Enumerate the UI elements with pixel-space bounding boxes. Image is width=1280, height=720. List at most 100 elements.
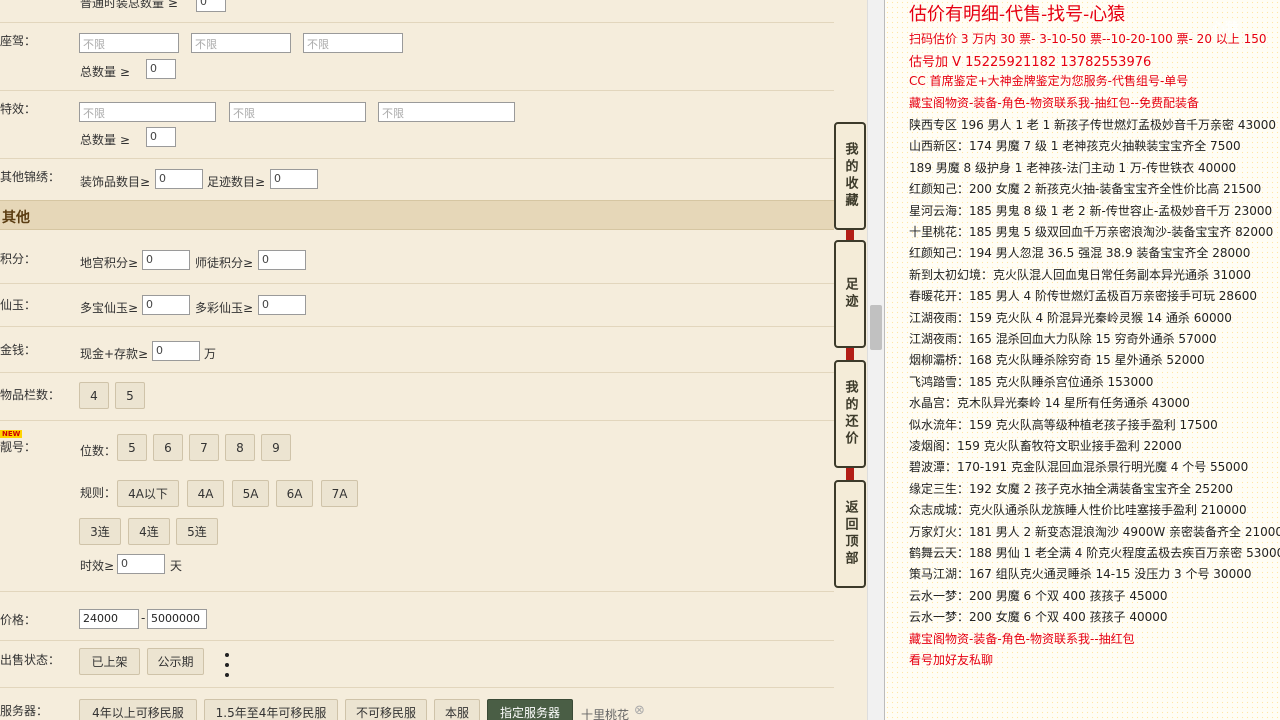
doc-line: 新到太初幻境：克火队混人回血鬼日常任务副本异光通杀 31000 [909, 268, 1251, 282]
doc-line: 缘定三生：192 女魔 2 孩子克水抽全满装备宝宝齐全 25200 [909, 482, 1233, 496]
effect-total-input[interactable]: 0 [146, 127, 176, 147]
effect-input-1[interactable]: 不限 [79, 102, 216, 122]
digits-option-8[interactable]: 8 [225, 434, 255, 461]
server-option-no-migrate[interactable]: 不可移民服 [345, 699, 427, 720]
new-badge: NEW [0, 430, 23, 438]
sequence-option-3[interactable]: 3连 [79, 518, 121, 545]
sequence-option-4[interactable]: 4连 [128, 518, 170, 545]
cash-unit: 万 [204, 347, 217, 361]
more-options-icon[interactable] [222, 653, 232, 677]
dungeon-points-label: 地宫积分≥ [80, 256, 139, 270]
doc-line: 估号加 V 15225921182 13782553976 [909, 55, 1152, 70]
sequence-option-5[interactable]: 5连 [176, 518, 218, 545]
server-option-4y-plus[interactable]: 4年以上可移民服 [79, 699, 197, 720]
document-panel: 心猿 估价有明细-代售-找号-心猿 扫码估价 3 万内 30 票- 3-10-50… [884, 0, 1280, 720]
doc-line: 策马江湖：167 组队克火通灵睡杀 14-15 没压力 3 个号 30000 [909, 567, 1252, 581]
sale-status-label: 出售状态： [0, 653, 61, 667]
doc-line: 江湖夜雨：165 混杀回血大力队除 15 穷奇外通杀 57000 [909, 332, 1217, 346]
doc-line: 似水流年：159 克火队高等级种植老孩子接手盈利 17500 [909, 418, 1218, 432]
rule-option-6a[interactable]: 6A [276, 480, 313, 507]
doc-line: 凌烟阁：159 克火队畜牧符文职业接手盈利 22000 [909, 439, 1182, 453]
other-embroidery-label: 其他锦绣： [0, 170, 61, 184]
doc-line: 众志成城：克火队通杀队龙族睡人性价比哇塞接手盈利 210000 [909, 503, 1247, 517]
color-jade-input[interactable]: 0 [258, 295, 306, 315]
rule-option-5a[interactable]: 5A [232, 480, 269, 507]
price-separator: - [141, 611, 146, 625]
mount-input-1[interactable]: 不限 [79, 33, 179, 53]
digits-option-9[interactable]: 9 [261, 434, 291, 461]
doc-line: 山西新区：174 男魔 7 级 1 老神孩克火抽鞅装宝宝齐全 7500 [909, 139, 1241, 153]
doc-line: 藏宝阁物资-装备-角色-物资联系我-抽红包--免费配装备 [909, 96, 1199, 110]
doc-line: 扫码估价 3 万内 30 票- 3-10-50 票--10-20-100 票- … [909, 32, 1267, 46]
inventory-label: 物品栏数： [0, 388, 61, 402]
dungeon-points-input[interactable]: 0 [142, 250, 190, 270]
doc-line: 藏宝阁物资-装备-角色-物资联系我--抽红包 [909, 632, 1135, 646]
mentor-points-input[interactable]: 0 [258, 250, 306, 270]
mount-total-input[interactable]: 0 [146, 59, 176, 79]
digits-option-7[interactable]: 7 [189, 434, 219, 461]
fashion-total-input[interactable]: 0 [196, 0, 226, 12]
rule-option-7a[interactable]: 7A [321, 480, 358, 507]
inventory-option-4[interactable]: 4 [79, 382, 109, 409]
side-tab-footprints[interactable]: 足迹 [834, 240, 866, 348]
doc-line: CC 首席鉴定+大神金牌鉴定为您服务-代售组号-单号 [909, 74, 1189, 88]
decor-count-label: 装饰品数目≥ [80, 175, 151, 189]
section-other-header: 其他 [0, 200, 834, 230]
price-min-input[interactable]: 24000 [79, 609, 139, 629]
server-option-1-5-to-4y[interactable]: 1.5年至4年可移民服 [204, 699, 338, 720]
price-label: 价格： [0, 613, 37, 627]
duration-label: 时效≥ [80, 559, 115, 573]
side-tab-favorites[interactable]: 我的收藏 [834, 122, 866, 230]
duration-input[interactable]: 0 [117, 554, 165, 574]
footprint-count-input[interactable]: 0 [270, 169, 318, 189]
account-number-label: 靓号： [0, 440, 37, 454]
doc-line: 看号加好友私聊 [909, 653, 994, 667]
effect-input-2[interactable]: 不限 [229, 102, 366, 122]
mount-input-2[interactable]: 不限 [191, 33, 291, 53]
doc-line: 江湖夜雨：159 克火队 4 阶混异光秦岭灵猴 14 通杀 60000 [909, 311, 1232, 325]
page-scrollbar[interactable] [867, 0, 884, 720]
doc-line: 红颜知己：200 女魔 2 新孩克火抽-装备宝宝齐全性价比高 21500 [909, 182, 1262, 196]
digits-option-5[interactable]: 5 [117, 434, 147, 461]
effect-label: 特效： [0, 102, 37, 116]
doc-line: 云水一梦：200 女魔 6 个双 400 孩孩子 40000 [909, 610, 1168, 624]
effect-total-label: 总数量 ≥ [80, 133, 130, 147]
search-form-panel: 普通时装总数量 ≥ 0 座驾： 不限 不限 不限 总数量 ≥ 0 特效： 不限 … [0, 0, 867, 720]
doc-line: 估价有明细-代售-找号-心猿 [909, 4, 1126, 25]
inventory-option-5[interactable]: 5 [115, 382, 145, 409]
remove-tag-icon[interactable]: ⊗ [634, 703, 645, 718]
selected-server-tag: 十里桃花 [581, 708, 630, 720]
status-public-button[interactable]: 公示期 [147, 648, 204, 675]
doc-line: 星河云海：185 男鬼 8 级 1 老 2 新-传世容止-孟极妙音千万 2300… [909, 204, 1273, 218]
digits-option-6[interactable]: 6 [153, 434, 183, 461]
doc-line: 189 男魔 8 级护身 1 老神孩-法门主动 1 万-传世铁衣 40000 [909, 161, 1237, 175]
doc-line: 万家灯火：181 男人 2 新变态混浪淘沙 4900W 亲密装备齐全 21000… [909, 525, 1280, 539]
scrollbar-thumb[interactable] [870, 305, 882, 350]
color-jade-label: 多彩仙玉≥ [195, 301, 254, 315]
side-tab-back-to-top[interactable]: 返回顶部 [834, 480, 866, 588]
doc-line: 水晶宫：克木队异光秦岭 14 星所有任务通杀 43000 [909, 396, 1190, 410]
rule-label: 规则： [80, 486, 117, 500]
rule-option-4a[interactable]: 4A [187, 480, 224, 507]
cash-deposit-input[interactable]: 0 [152, 341, 200, 361]
doc-line: 红颜知己：194 男人忽混 36.5 强混 38.9 装备宝宝齐全 28000 [909, 246, 1251, 260]
doc-line: 春暖花开：185 男人 4 阶传世燃灯孟极百万亲密接手可玩 28600 [909, 289, 1257, 303]
mount-total-label: 总数量 ≥ [80, 65, 130, 79]
doc-line: 飞鸿踏雪：185 克火队睡杀宫位通杀 153000 [909, 375, 1154, 389]
server-option-this-server[interactable]: 本服 [434, 699, 480, 720]
rule-option-under-4a[interactable]: 4A以下 [117, 480, 179, 507]
fashion-total-label: 普通时装总数量 ≥ [80, 0, 178, 10]
side-tab-my-counteroffers[interactable]: 我的还价 [834, 360, 866, 468]
doc-line: 碧波潭：170-191 克金队混回血混杀景行明光魔 4 个号 55000 [909, 460, 1249, 474]
decor-count-input[interactable]: 0 [155, 169, 203, 189]
status-listed-button[interactable]: 已上架 [79, 648, 140, 675]
doc-line: 鹤舞云天：188 男仙 1 老全满 4 阶克火程度孟极去疾百万亲密 53000 [909, 546, 1280, 560]
doc-line: 烟柳灞桥：168 克火队睡杀除穷奇 15 星外通杀 52000 [909, 353, 1205, 367]
doc-line: 陕西专区 196 男人 1 老 1 新孩子传世燃灯孟极妙音千万亲密 43000 [909, 118, 1277, 132]
jade-label: 仙玉： [0, 298, 37, 312]
price-max-input[interactable]: 5000000 [147, 609, 207, 629]
server-option-specified[interactable]: 指定服务器 [487, 699, 573, 720]
effect-input-3[interactable]: 不限 [378, 102, 515, 122]
mount-input-3[interactable]: 不限 [303, 33, 403, 53]
treasure-jade-input[interactable]: 0 [142, 295, 190, 315]
